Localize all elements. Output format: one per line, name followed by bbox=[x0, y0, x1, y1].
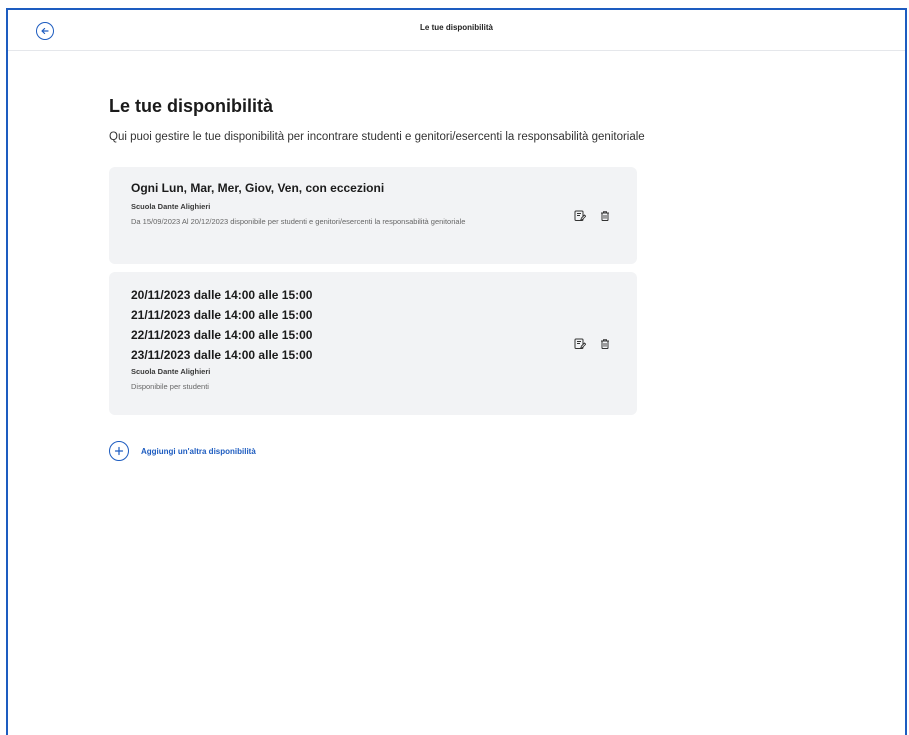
availability-date: 23/11/2023 dalle 14:00 alle 15:00 bbox=[131, 348, 313, 362]
school-name: Scuola Dante Alighieri bbox=[131, 367, 211, 376]
main-content: Le tue disponibilità Qui puoi gestire le… bbox=[109, 90, 869, 461]
add-availability-label: Aggiungi un'altra disponibilità bbox=[141, 446, 256, 456]
topbar-title: Le tue disponibilità bbox=[420, 23, 493, 32]
top-bar: Le tue disponibilità bbox=[8, 10, 905, 51]
availability-title: Ogni Lun, Mar, Mer, Giov, Ven, con eccez… bbox=[131, 181, 385, 195]
page-description: Qui puoi gestire le tue disponibilità pe… bbox=[109, 131, 645, 143]
card-actions bbox=[574, 210, 611, 222]
app-window: Le tue disponibilità Le tue disponibilit… bbox=[6, 8, 907, 735]
plus-circle bbox=[109, 441, 129, 461]
availability-date: 20/11/2023 dalle 14:00 alle 15:00 bbox=[131, 288, 313, 302]
card-actions bbox=[574, 338, 611, 350]
delete-button[interactable] bbox=[599, 338, 611, 350]
delete-button[interactable] bbox=[599, 210, 611, 222]
edit-button[interactable] bbox=[574, 338, 586, 350]
edit-icon bbox=[574, 338, 586, 349]
availability-card: 20/11/2023 dalle 14:00 alle 15:00 21/11/… bbox=[109, 272, 637, 415]
availability-date: 21/11/2023 dalle 14:00 alle 15:00 bbox=[131, 308, 313, 322]
edit-icon bbox=[574, 210, 586, 221]
add-availability-button[interactable]: Aggiungi un'altra disponibilità bbox=[109, 441, 869, 461]
edit-button[interactable] bbox=[574, 210, 586, 222]
availability-card: Ogni Lun, Mar, Mer, Giov, Ven, con eccez… bbox=[109, 167, 637, 264]
availability-description: Disponibile per studenti bbox=[131, 382, 209, 391]
page-title: Le tue disponibilità bbox=[109, 96, 274, 116]
availability-description: Da 15/09/2023 Al 20/12/2023 disponibile … bbox=[131, 217, 466, 226]
trash-icon bbox=[601, 210, 609, 221]
trash-icon bbox=[601, 338, 609, 349]
plus-icon bbox=[114, 446, 124, 456]
school-name: Scuola Dante Alighieri bbox=[131, 202, 211, 211]
availability-date: 22/11/2023 dalle 14:00 alle 15:00 bbox=[131, 328, 313, 342]
